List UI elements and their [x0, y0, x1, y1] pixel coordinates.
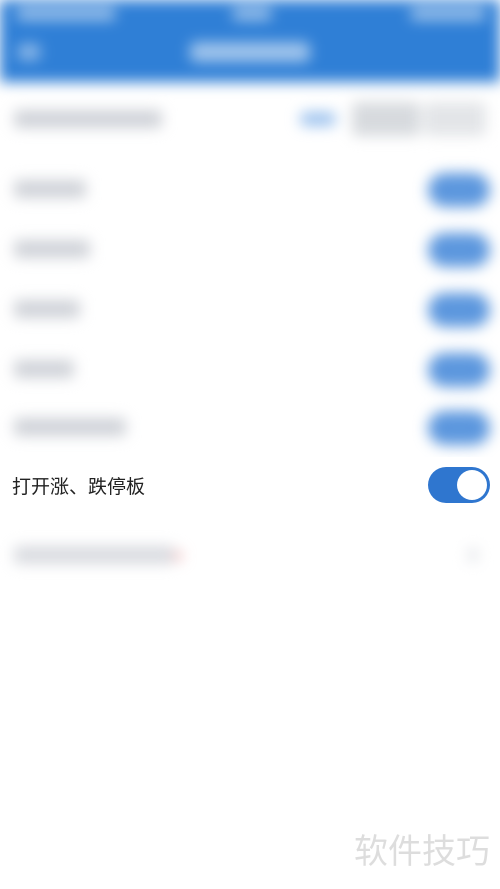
row-label-blurred [14, 110, 162, 128]
red-dot-badge [174, 552, 182, 560]
row-label-blurred [14, 418, 126, 436]
row-label-blurred [14, 240, 90, 258]
limit-board-setting-row: 打开涨、跌停板 [0, 457, 500, 517]
toggle-knob [457, 470, 487, 500]
segment-option-blurred[interactable] [352, 102, 420, 136]
status-bar-time [232, 8, 272, 20]
settings-screen: 打开涨、跌停板 软件技巧 [0, 0, 500, 889]
settings-row-blurred [0, 398, 500, 456]
limit-board-label: 打开涨、跌停板 [12, 476, 146, 498]
row-label-blurred [14, 360, 74, 378]
toggle-switch-blurred[interactable] [428, 233, 490, 267]
back-icon[interactable] [18, 44, 40, 60]
settings-row-blurred [0, 340, 500, 398]
row-label-blurred [14, 300, 80, 318]
chevron-right-icon[interactable] [468, 548, 478, 562]
settings-row-blurred [0, 220, 500, 278]
watermark: 软件技巧 [354, 832, 490, 872]
status-bar-right [410, 8, 486, 20]
limit-board-toggle[interactable] [428, 467, 490, 503]
toggle-switch-blurred[interactable] [428, 353, 490, 387]
top-bar [0, 0, 500, 82]
segment-indicator-blurred [300, 112, 336, 126]
toggle-switch-blurred[interactable] [428, 173, 490, 207]
settings-row-blurred [0, 280, 500, 338]
segment-option-blurred[interactable] [424, 102, 486, 136]
settings-row-blurred [0, 160, 500, 218]
row-label-blurred [14, 546, 174, 564]
toggle-switch-blurred[interactable] [428, 293, 490, 327]
segmented-control-blurred[interactable] [300, 102, 486, 138]
blurred-background [0, 0, 500, 889]
toggle-switch-blurred[interactable] [428, 411, 490, 445]
page-title [190, 42, 310, 62]
row-label-blurred [14, 180, 86, 198]
status-bar-left [16, 8, 116, 20]
